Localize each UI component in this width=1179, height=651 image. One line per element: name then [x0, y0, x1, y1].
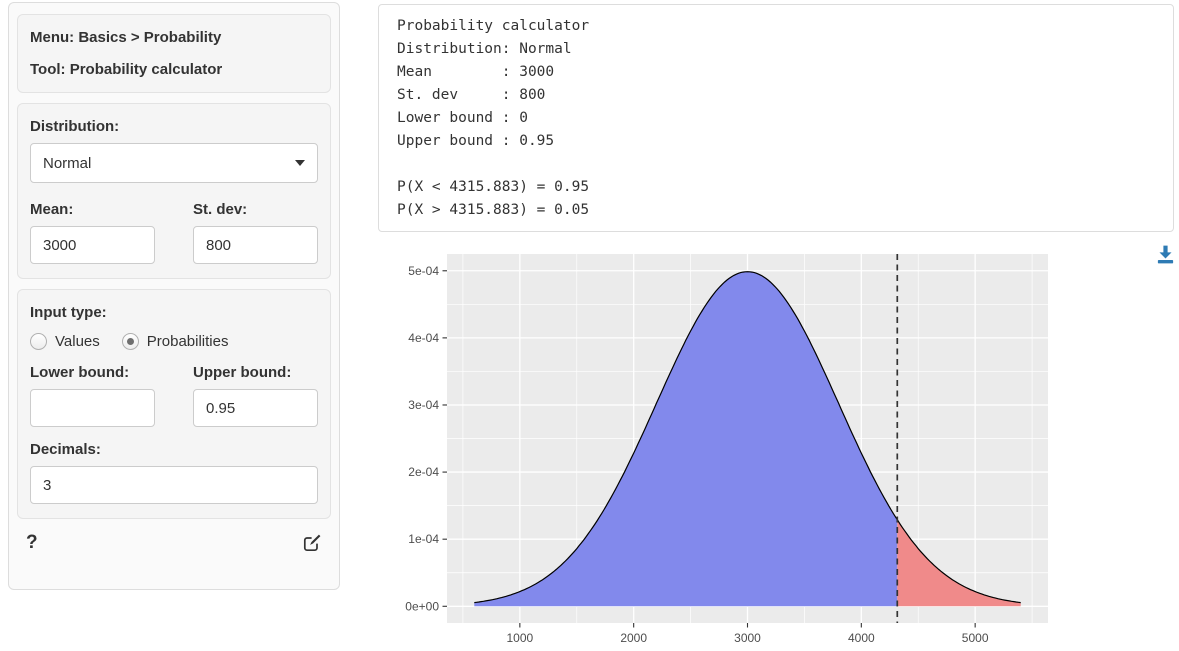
svg-text:2e-04: 2e-04 — [408, 465, 439, 479]
stdev-label: St. dev: — [193, 201, 318, 218]
svg-text:5e-04: 5e-04 — [408, 264, 439, 278]
stdev-input[interactable] — [193, 226, 318, 264]
sidebar-footer: ? — [17, 529, 331, 554]
radio-values-icon — [30, 333, 47, 350]
sidebar: Menu: Basics > Probability Tool: Probabi… — [8, 2, 340, 590]
tool-title: Tool: Probability calculator — [30, 61, 318, 78]
upper-bound-label: Upper bound: — [193, 364, 318, 381]
input-type-panel: Input type: Values Probabilities Lower b… — [17, 289, 331, 519]
mean-label: Mean: — [30, 201, 155, 218]
radio-values[interactable]: Values — [30, 333, 100, 350]
decimals-input[interactable] — [30, 466, 318, 504]
svg-text:4000: 4000 — [848, 631, 875, 645]
svg-text:1000: 1000 — [506, 631, 533, 645]
download-plot-button[interactable] — [1155, 244, 1176, 265]
svg-text:3e-04: 3e-04 — [408, 398, 439, 412]
probability-summary-text: Probability calculator Distribution: Nor… — [397, 15, 1155, 222]
radio-probabilities-icon — [122, 333, 139, 350]
input-type-radio-group: Values Probabilities — [30, 333, 318, 350]
edit-icon — [302, 533, 322, 553]
density-plot: 1000 2000 3000 4000 5000 0e+00 1e-04 2e-04 3e-04… — [398, 248, 1068, 646]
download-icon — [1155, 244, 1176, 265]
distribution-label: Distribution: — [30, 118, 318, 135]
decimals-label: Decimals: — [30, 441, 318, 458]
distribution-select[interactable]: Normal — [30, 143, 318, 183]
distribution-selected-value: Normal — [43, 155, 91, 172]
svg-text:2000: 2000 — [620, 631, 647, 645]
distribution-panel: Distribution: Normal Mean: St. dev: — [17, 103, 331, 279]
plot-container: 1000 2000 3000 4000 5000 0e+00 1e-04 2e-04 3e-04… — [398, 248, 1068, 646]
radio-probabilities-label: Probabilities — [147, 333, 229, 350]
svg-text:1e-04: 1e-04 — [408, 532, 439, 546]
input-type-label: Input type: — [30, 304, 318, 321]
upper-bound-input[interactable] — [193, 389, 318, 427]
help-link[interactable]: ? — [26, 532, 38, 554]
radio-values-label: Values — [55, 333, 100, 350]
radio-probabilities[interactable]: Probabilities — [122, 333, 229, 350]
svg-text:3000: 3000 — [734, 631, 761, 645]
breadcrumb: Menu: Basics > Probability — [30, 29, 318, 46]
svg-text:0e+00: 0e+00 — [405, 599, 439, 613]
lower-bound-label: Lower bound: — [30, 364, 155, 381]
menu-header-panel: Menu: Basics > Probability Tool: Probabi… — [17, 14, 331, 93]
svg-text:4e-04: 4e-04 — [408, 331, 439, 345]
chevron-down-icon — [295, 160, 305, 166]
edit-report-button[interactable] — [302, 533, 322, 553]
mean-input[interactable] — [30, 226, 155, 264]
svg-text:5000: 5000 — [962, 631, 989, 645]
lower-bound-input[interactable] — [30, 389, 155, 427]
summary-output-panel: Probability calculator Distribution: Nor… — [378, 4, 1174, 232]
